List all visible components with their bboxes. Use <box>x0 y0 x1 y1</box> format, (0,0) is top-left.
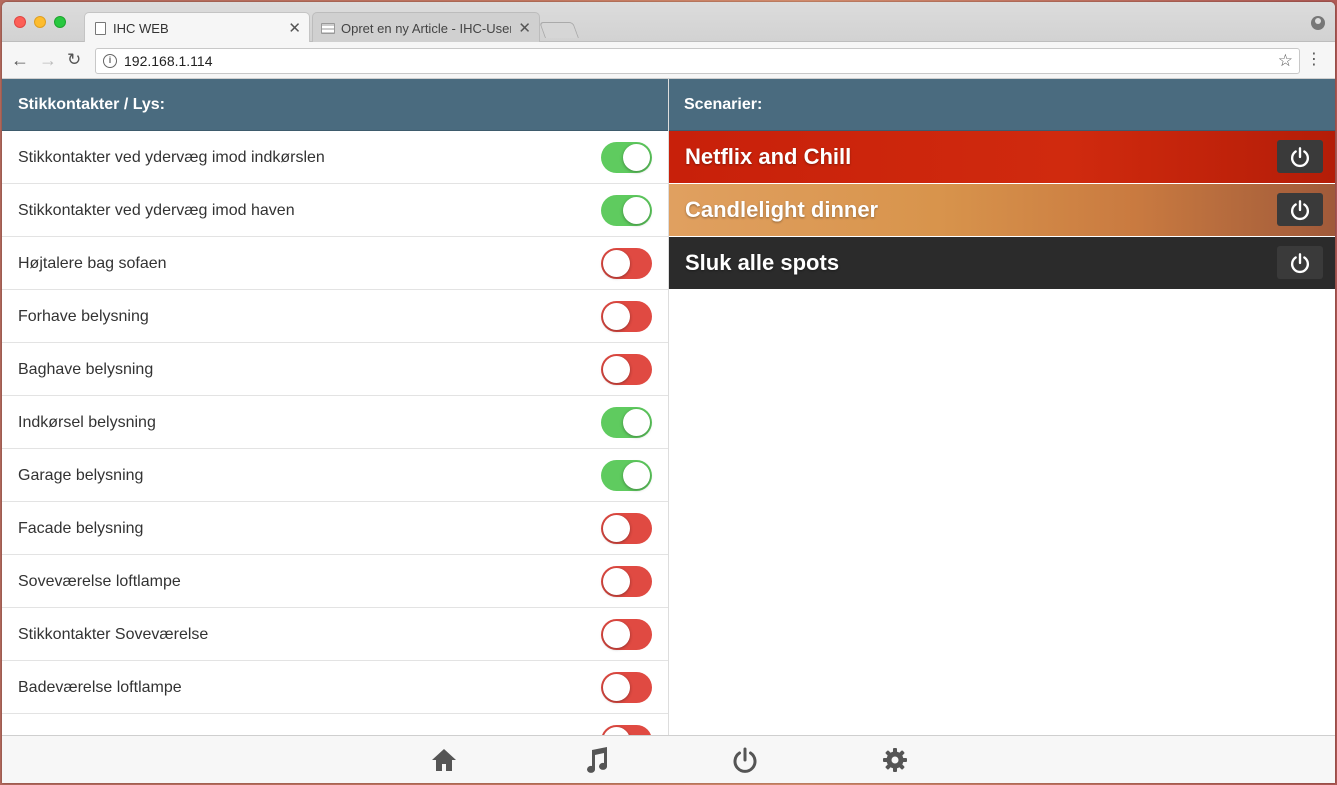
browser-toolbar: ← → ↻ i 192.168.1.114 ☆ ⋮ <box>2 42 1335 79</box>
toggle-knob <box>603 674 630 701</box>
address-bar[interactable]: i 192.168.1.114 ☆ <box>95 48 1300 74</box>
toggle-switch[interactable] <box>601 248 652 279</box>
bookmark-star-icon[interactable]: ☆ <box>1278 50 1293 72</box>
tab-title: IHC WEB <box>113 21 169 36</box>
power-icon <box>1291 199 1309 220</box>
toggle-switch[interactable] <box>601 460 652 491</box>
tab-opret-article[interactable]: Opret en ny Article - IHC-User ✕ <box>312 12 540 43</box>
toggle-knob <box>603 303 630 330</box>
power-icon <box>1291 146 1309 167</box>
toggle-knob <box>623 144 650 171</box>
info-icon[interactable]: i <box>103 54 117 68</box>
switch-label: Stikkontakter Soveværelse <box>18 626 209 643</box>
switch-row: Indkørsel belysning <box>2 396 668 449</box>
page-icon <box>95 22 106 35</box>
maximize-window-button[interactable] <box>54 16 66 28</box>
toggle-switch[interactable] <box>601 725 652 735</box>
toggle-knob <box>623 462 650 489</box>
power-icon[interactable] <box>731 746 759 774</box>
page-icon <box>321 23 335 34</box>
toggle-switch[interactable] <box>601 195 652 226</box>
tab-close-icon[interactable]: ✕ <box>288 13 301 44</box>
profile-icon[interactable] <box>1311 16 1325 30</box>
toggle-switch[interactable] <box>601 142 652 173</box>
forward-arrow-icon[interactable]: → <box>39 50 57 70</box>
toggle-knob <box>623 409 650 436</box>
switch-label: Højtalere bag sofaen <box>18 255 167 272</box>
reload-icon[interactable]: ↻ <box>67 50 81 70</box>
scenes-panel-header: Scenarier: <box>669 79 1335 131</box>
switch-label: Garage belysning <box>18 467 144 484</box>
scene-power-button[interactable] <box>1277 193 1323 226</box>
toggle-knob <box>603 621 630 648</box>
switch-row: Garage belysning <box>2 449 668 502</box>
switch-row: Højtalere bag sofaen <box>2 237 668 290</box>
switch-row: Forhave belysning <box>2 290 668 343</box>
toggle-switch[interactable] <box>601 301 652 332</box>
power-icon <box>1291 252 1309 273</box>
music-icon[interactable] <box>582 746 610 774</box>
toggle-knob <box>623 197 650 224</box>
scene-label: Candlelight dinner <box>685 197 879 222</box>
page-content: Stikkontakter / Lys: Stikkontakter ved y… <box>2 79 1335 735</box>
tab-strip: IHC WEB ✕ Opret en ny Article - IHC-User… <box>2 2 1335 43</box>
switch-row: Stikkontakter ved ydervæg imod haven <box>2 184 668 237</box>
toggle-switch[interactable] <box>601 619 652 650</box>
scenes-panel: Scenarier: Netflix and Chill Candlelight … <box>669 79 1335 735</box>
switch-label: Forhave belysning <box>18 308 149 325</box>
minimize-window-button[interactable] <box>34 16 46 28</box>
switch-row: Baghave belysning <box>2 343 668 396</box>
switch-label: Stikkontakter ved ydervæg imod haven <box>18 202 295 219</box>
switch-row: Badeværelse loftlampe <box>2 661 668 714</box>
tab-close-icon[interactable]: ✕ <box>518 13 531 44</box>
switch-row: Soveværelse loftlampe <box>2 555 668 608</box>
toggle-knob <box>603 515 630 542</box>
scene-label: Netflix and Chill <box>685 144 852 169</box>
scene-row: Candlelight dinner <box>669 184 1335 237</box>
close-window-button[interactable] <box>14 16 26 28</box>
switch-label: Stikkontakter ved ydervæg imod indkørsle… <box>18 149 325 166</box>
switches-panel-header: Stikkontakter / Lys: <box>2 79 668 131</box>
switch-row <box>2 714 668 735</box>
switch-row: Stikkontakter Soveværelse <box>2 608 668 661</box>
toggle-switch[interactable] <box>601 513 652 544</box>
switch-label: Badeværelse loftlampe <box>18 679 182 696</box>
new-tab-button[interactable] <box>539 22 579 38</box>
switch-row: Facade belysning <box>2 502 668 555</box>
scene-row: Netflix and Chill <box>669 131 1335 184</box>
toggle-switch[interactable] <box>601 566 652 597</box>
scene-label: Sluk alle spots <box>685 250 840 275</box>
back-arrow-icon[interactable]: ← <box>11 50 29 70</box>
scene-list: Netflix and Chill Candlelight dinner Sluk … <box>669 131 1335 290</box>
switch-label: Soveværelse loftlampe <box>18 573 181 590</box>
switch-label: Indkørsel belysning <box>18 414 156 431</box>
browser-menu-icon[interactable]: ⋮ <box>1306 50 1322 70</box>
toggle-switch[interactable] <box>601 407 652 438</box>
toggle-switch[interactable] <box>601 354 652 385</box>
home-icon[interactable] <box>430 746 458 774</box>
scene-power-button[interactable] <box>1277 140 1323 173</box>
toggle-switch[interactable] <box>601 672 652 703</box>
tab-ihc-web[interactable]: IHC WEB ✕ <box>84 12 310 43</box>
switch-row: Stikkontakter ved ydervæg imod indkørsle… <box>2 131 668 184</box>
scene-power-button[interactable] <box>1277 246 1323 279</box>
gear-icon[interactable] <box>881 746 909 774</box>
tab-title: Opret en ny Article - IHC-User <box>341 21 511 36</box>
toggle-knob <box>603 250 630 277</box>
url-text[interactable]: 192.168.1.114 <box>124 49 213 73</box>
toggle-knob <box>603 356 630 383</box>
scene-row: Sluk alle spots <box>669 237 1335 290</box>
switch-label: Baghave belysning <box>18 361 154 378</box>
switch-list: Stikkontakter ved ydervæg imod indkørsle… <box>2 131 668 735</box>
browser-window: IHC WEB ✕ Opret en ny Article - IHC-User… <box>2 2 1335 783</box>
switch-label: Facade belysning <box>18 520 144 537</box>
toggle-knob <box>603 568 630 595</box>
bottom-tab-bar <box>2 735 1335 783</box>
switches-panel: Stikkontakter / Lys: Stikkontakter ved y… <box>2 79 669 735</box>
toggle-knob <box>603 727 630 735</box>
